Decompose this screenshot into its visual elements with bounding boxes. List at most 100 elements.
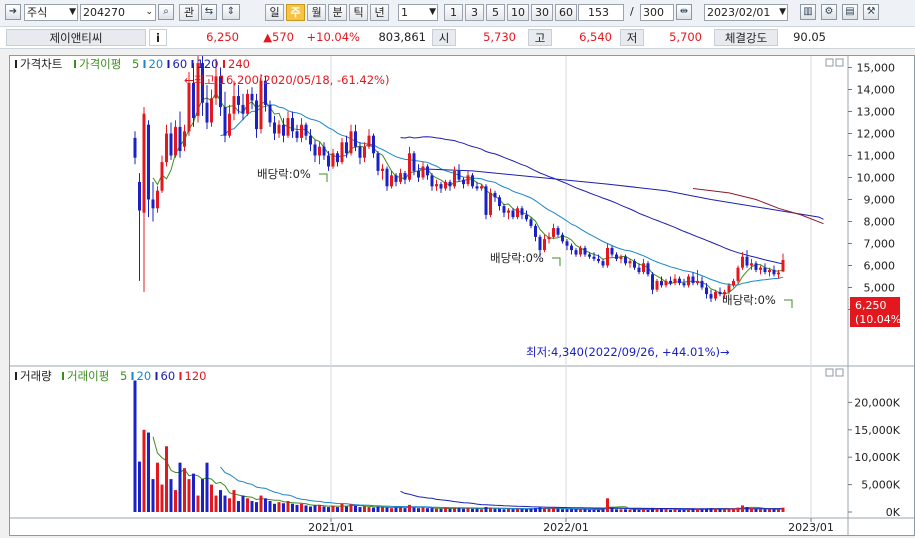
candle-body (196, 63, 200, 116)
range-button-1[interactable]: 1 (444, 4, 463, 21)
min-price-annotation: 최저:4,340(2022/09/26, +44.01%)→ (526, 345, 730, 359)
x-axis-label: 2022/01 (543, 521, 589, 534)
info-icon[interactable]: i (149, 29, 167, 46)
period-button-3[interactable]: 분 (328, 4, 347, 21)
candle-body (304, 124, 308, 136)
period-button-0[interactable]: 일 (265, 4, 284, 21)
candle-body (480, 186, 483, 189)
volume-bar (606, 498, 609, 512)
candle-body (781, 260, 785, 272)
candle-body (322, 146, 326, 156)
market-select-label: 주식 (27, 6, 48, 19)
date-select[interactable]: 2023/02/01 ▼ (704, 4, 788, 21)
code-input[interactable]: 204270 ⌄ (80, 4, 156, 21)
gwan-button[interactable]: 관 (179, 4, 199, 21)
volume-bar (394, 507, 398, 512)
range-button-60[interactable]: 60 (555, 4, 577, 21)
period-button-1[interactable]: 주 (286, 4, 305, 21)
range-button-30[interactable]: 30 (531, 4, 553, 21)
volume-bar (313, 505, 317, 512)
candle-body (678, 278, 681, 284)
volume-bar (187, 479, 191, 512)
volume-bar (210, 484, 213, 512)
volume-axis-label: 0K (886, 506, 901, 519)
candle-body (534, 225, 537, 237)
link-arrow-icon[interactable]: ➜ (5, 4, 21, 20)
quote-bar: 제이앤티씨 i 6,250 ▲570 +10.04% 803,861 시 5,7… (0, 27, 915, 49)
range-button-3[interactable]: 3 (465, 4, 484, 21)
chart-icon[interactable]: ▥ (800, 4, 816, 20)
spin-icon[interactable]: ⇕ (222, 4, 240, 20)
candle-body (399, 173, 402, 182)
high-value: 6,540 (579, 30, 612, 44)
candle-body (502, 206, 506, 213)
period-button-2[interactable]: 월 (307, 4, 326, 21)
total-count-input[interactable]: 300 (640, 4, 674, 21)
volume-bar (498, 508, 501, 512)
candle-body (246, 93, 249, 114)
market-select[interactable]: 주식 ▼ (24, 4, 78, 21)
volume-bar (264, 498, 267, 512)
chart-area[interactable]: 16,00015,00014,00013,00012,00011,00010,0… (9, 40, 915, 536)
volume-panel-close-icon[interactable] (835, 368, 844, 377)
candle-body (286, 118, 290, 136)
legend-marker (62, 372, 64, 380)
candle-body (291, 118, 294, 132)
volume-bar (615, 509, 618, 512)
candle-body (642, 263, 645, 273)
candle-body (597, 258, 600, 262)
volume-bar (372, 507, 375, 512)
exchange-icon[interactable]: ⇆ (201, 4, 217, 20)
search-icon[interactable]: ⌕ (158, 4, 174, 20)
volume-bar (633, 509, 636, 512)
legend-ma-title: 가격이평 (79, 57, 121, 71)
volume-bar (601, 509, 605, 512)
candle-body (183, 131, 186, 147)
price-axis-label: 6,000 (864, 260, 896, 273)
volume-bar (250, 501, 254, 512)
candle-body (138, 181, 141, 211)
display-count-stepper[interactable]: 153 (578, 4, 624, 21)
candle-body (178, 126, 182, 152)
candle-body (259, 80, 263, 130)
candle-body (601, 261, 605, 266)
volume-bar (696, 508, 699, 512)
volume-bar (318, 504, 321, 512)
candle-body (210, 98, 213, 123)
volume-bar (466, 508, 470, 512)
tools-icon[interactable]: ⚒ (863, 4, 879, 20)
volume-bar (268, 501, 272, 512)
save-icon[interactable]: ▤ (842, 4, 858, 20)
interval-select[interactable]: 1 ▼ (398, 4, 438, 21)
volume-bar (669, 509, 672, 512)
candle-body (565, 241, 569, 246)
candle-body (484, 186, 488, 215)
volume-bar (214, 495, 218, 512)
gear-icon[interactable]: ⚙ (821, 4, 837, 20)
candle-body (277, 124, 281, 134)
volume-bar (241, 495, 245, 512)
volume-panel-max-icon[interactable] (825, 368, 834, 377)
volume-bar (331, 505, 335, 512)
volume-bar (736, 507, 740, 512)
volume-bar (660, 509, 663, 512)
range-button-5[interactable]: 5 (486, 4, 505, 21)
period-button-4[interactable]: 틱 (349, 4, 368, 21)
ma240-line (692, 188, 824, 225)
legend-ma-period: 20 (149, 57, 164, 71)
chart-svg[interactable]: 16,00015,00014,00013,00012,00011,00010,0… (10, 40, 914, 535)
price-panel-max-icon[interactable] (825, 58, 834, 67)
candle-body (687, 276, 690, 286)
stock-name[interactable]: 제이앤티씨 (6, 29, 146, 46)
candle-body (358, 146, 362, 158)
volume-bar (259, 495, 263, 512)
expand-icon[interactable]: ⇹ (676, 4, 692, 20)
candle-body (223, 107, 227, 136)
volume-bar (354, 505, 357, 512)
volume-bar (138, 461, 141, 512)
volume-bar (223, 495, 227, 512)
period-button-5[interactable]: 년 (370, 4, 389, 21)
dividend-label: 배당락:0% (490, 251, 544, 265)
range-button-10[interactable]: 10 (507, 4, 529, 21)
price-panel-close-icon[interactable] (835, 58, 844, 67)
